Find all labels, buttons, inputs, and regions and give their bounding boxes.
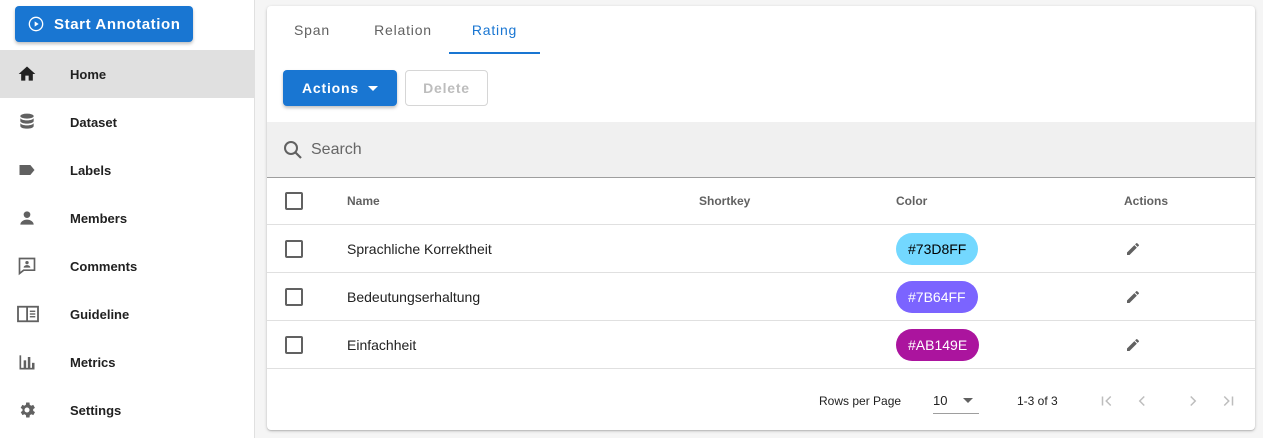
first-page-button[interactable]: [1093, 387, 1121, 415]
color-chip: #AB149E: [896, 328, 980, 361]
search-icon: [284, 140, 302, 159]
table-header: Name Shortkey Color Actions: [267, 178, 1255, 225]
delete-button[interactable]: Delete: [405, 70, 488, 106]
label-type-tabs: Span Relation Rating: [267, 6, 540, 54]
sidebar-item-dataset[interactable]: Dataset: [0, 98, 254, 146]
color-chip: #73D8FF: [896, 232, 979, 265]
gear-icon: [0, 400, 70, 420]
sidebar-item-labels[interactable]: Labels: [0, 146, 254, 194]
sidebar-item-label: Dataset: [70, 114, 117, 130]
last-page-icon: [1223, 395, 1234, 407]
sidebar-item-label: Settings: [70, 402, 122, 418]
row-checkbox[interactable]: [285, 239, 303, 258]
pagination-range: 1-3 of 3: [1017, 393, 1058, 408]
book-icon: [0, 304, 70, 324]
sidebar-item-label: Members: [70, 210, 128, 226]
chevron-right-icon: [1190, 395, 1197, 407]
sidebar-item-label: Comments: [70, 258, 138, 274]
sidebar-item-comments[interactable]: Comments: [0, 242, 254, 290]
labels-card: Span Relation Rating Actions Delete Name…: [267, 6, 1255, 430]
actions-label: Actions: [302, 80, 359, 96]
next-page-button[interactable]: [1179, 387, 1207, 415]
select-all-checkbox[interactable]: [285, 192, 303, 210]
sidebar-item-label: Metrics: [70, 354, 116, 370]
sidebar-item-label: Home: [70, 66, 107, 82]
rows-per-page-select[interactable]: 10: [933, 388, 979, 414]
chevron-left-icon: [1138, 395, 1145, 407]
label-name: Bedeutungserhaltung: [347, 288, 481, 305]
tab-span[interactable]: Span: [267, 6, 357, 54]
previous-page-button[interactable]: [1128, 387, 1156, 415]
home-icon: [0, 64, 70, 84]
row-checkbox[interactable]: [285, 335, 303, 354]
sidebar-item-guideline[interactable]: Guideline: [0, 290, 254, 338]
search-input[interactable]: [311, 140, 911, 159]
start-annotation-label: Start Annotation: [54, 15, 181, 33]
column-header-actions: Actions: [1124, 194, 1169, 208]
labels-table: Name Shortkey Color Actions Sprachliche …: [267, 178, 1255, 369]
first-page-icon: [1101, 395, 1112, 407]
label-name: Einfachheit: [347, 336, 417, 353]
sidebar-item-label: Guideline: [70, 306, 130, 322]
sidebar-item-home[interactable]: Home: [0, 50, 254, 98]
column-header-color[interactable]: Color: [896, 178, 927, 224]
rows-per-page-label: Rows per Page: [819, 393, 902, 408]
edit-pencil-icon[interactable]: [1125, 289, 1141, 305]
edit-pencil-icon[interactable]: [1125, 337, 1141, 353]
sidebar-item-settings[interactable]: Settings: [0, 386, 254, 434]
last-page-button[interactable]: [1214, 387, 1242, 415]
table-row: Einfachheit #AB149E: [267, 321, 1255, 369]
color-chip: #7B64FF: [896, 280, 978, 313]
sidebar-nav: Home Dataset Labels Members Comments Gui…: [0, 50, 254, 434]
play-circle-icon: [28, 16, 44, 32]
person-icon: [0, 208, 70, 228]
table-row: Bedeutungserhaltung #7B64FF: [267, 273, 1255, 321]
caret-down-icon: [367, 85, 378, 91]
database-icon: [0, 112, 70, 132]
sidebar-item-members[interactable]: Members: [0, 194, 254, 242]
sidebar-item-label: Labels: [70, 162, 112, 178]
row-checkbox[interactable]: [285, 287, 303, 306]
rows-per-page-value: 10: [933, 393, 948, 408]
sidebar: Start Annotation Home Dataset Labels Mem…: [0, 0, 255, 438]
tab-relation[interactable]: Relation: [357, 6, 449, 54]
edit-pencil-icon[interactable]: [1125, 241, 1141, 257]
search-bar: [267, 122, 1255, 178]
label-name: Sprachliche Korrektheit: [347, 240, 492, 257]
label-icon: [0, 160, 70, 180]
column-header-name[interactable]: Name: [347, 178, 380, 224]
column-header-shortkey[interactable]: Shortkey: [699, 178, 750, 224]
actions-button[interactable]: Actions: [283, 70, 397, 106]
tab-rating[interactable]: Rating: [449, 6, 540, 54]
start-annotation-button[interactable]: Start Annotation: [15, 6, 193, 42]
bar-chart-icon: [0, 352, 70, 372]
table-footer: Rows per Page 10 1-3 of 3: [267, 371, 1255, 430]
table-row: Sprachliche Korrektheit #73D8FF: [267, 225, 1255, 273]
caret-down-icon: [963, 398, 973, 403]
comment-icon: [0, 256, 70, 276]
sidebar-item-metrics[interactable]: Metrics: [0, 338, 254, 386]
